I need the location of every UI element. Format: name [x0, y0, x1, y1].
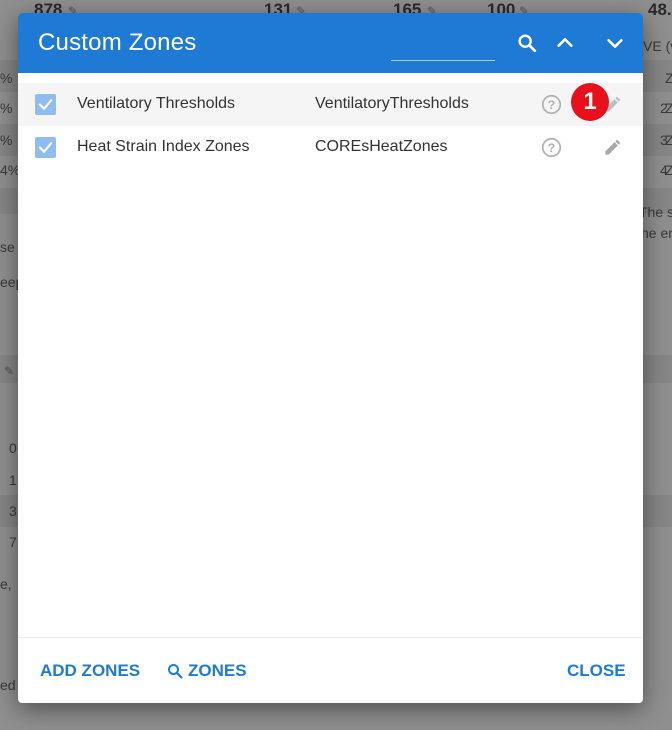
zone-checkbox[interactable] [35, 137, 56, 158]
add-zones-button[interactable]: ADD ZONES [40, 661, 140, 681]
svg-text:?: ? [548, 98, 555, 112]
dialog-footer: ADD ZONES ZONES CLOSE [18, 637, 643, 703]
chevron-down-icon [607, 38, 623, 48]
bg-fragment: Z [665, 162, 672, 178]
bg-digit: 3 [660, 132, 668, 148]
pencil-icon: ✎ [4, 364, 15, 378]
custom-zones-dialog: Custom Zones Ventilatory Thresholds Vent… [18, 13, 643, 703]
search-icon [168, 664, 183, 679]
bg-fragment: e, [0, 576, 12, 592]
bg-value: 48.0 [648, 0, 672, 19]
help-icon[interactable]: ? [541, 94, 562, 115]
zone-list: Ventilatory Thresholds VentilatoryThresh… [18, 83, 643, 169]
close-button[interactable]: CLOSE [567, 661, 626, 681]
search-button[interactable] [513, 29, 541, 57]
bg-fragment: 7 [9, 534, 17, 550]
collapse-button[interactable] [551, 29, 579, 57]
zone-name: Heat Strain Index Zones [77, 138, 250, 155]
check-icon [38, 142, 53, 153]
step-badge: 1 [571, 83, 609, 121]
bg-fragment: % [0, 100, 13, 116]
zone-key: VentilatoryThresholds [315, 95, 469, 112]
bg-fragment: % [0, 70, 13, 86]
bg-fragment: 0 [9, 440, 17, 456]
pencil-icon[interactable] [602, 138, 622, 158]
bg-fragment: he er [641, 225, 672, 241]
svg-text:?: ? [548, 141, 555, 155]
zone-row: Heat Strain Index Zones COREsHeatZones ? [18, 126, 643, 169]
zone-key: COREsHeatZones [315, 138, 448, 155]
dialog-header: Custom Zones [18, 13, 643, 73]
search-icon [518, 34, 537, 53]
expand-button[interactable] [601, 29, 629, 57]
help-icon[interactable]: ? [541, 137, 562, 158]
bg-label: VE (v [643, 38, 672, 54]
check-icon [38, 99, 53, 110]
bg-fragment: The s [639, 204, 672, 220]
chevron-up-icon [557, 38, 573, 48]
zone-checkbox[interactable] [35, 94, 56, 115]
bg-fragment: % [0, 132, 13, 148]
bg-fragment: 3 [9, 503, 17, 519]
bg-fragment: Z [665, 70, 672, 86]
dialog-title: Custom Zones [38, 29, 197, 56]
bg-fragment: 1 [9, 472, 17, 488]
bg-fragment: Z [665, 100, 672, 116]
zone-row: Ventilatory Thresholds VentilatoryThresh… [18, 83, 643, 126]
search-input[interactable] [391, 31, 495, 61]
search-zones-button[interactable]: ZONES [166, 661, 247, 681]
zone-name: Ventilatory Thresholds [77, 95, 236, 112]
search-zones-label: ZONES [188, 661, 247, 680]
